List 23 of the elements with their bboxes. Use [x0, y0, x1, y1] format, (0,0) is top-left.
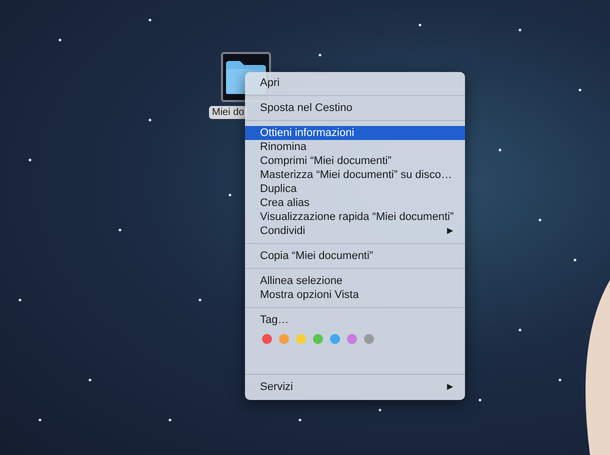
menu-item[interactable]: Servizi ▶ [245, 380, 465, 394]
tag-color-dot[interactable] [364, 334, 374, 344]
menu-item[interactable]: Ottieni informazioni [245, 126, 465, 140]
menu-item[interactable]: Condividi ▶ [245, 224, 465, 238]
menu-item[interactable]: Visualizzazione rapida “Miei documenti” [245, 210, 465, 224]
menu-item[interactable]: Sposta nel Cestino [245, 101, 465, 115]
menu-item[interactable]: Mostra opzioni Vista [245, 288, 465, 302]
menu-item[interactable]: Rinomina [245, 140, 465, 154]
menu-item[interactable]: Comprimi “Miei documenti” [245, 154, 465, 168]
tag-color-dot[interactable] [347, 334, 357, 344]
tag-color-dot[interactable] [330, 334, 340, 344]
tag-color-dot[interactable] [296, 334, 306, 344]
tag-color-dot[interactable] [313, 334, 323, 344]
menu-item[interactable]: Copia “Miei documenti” [245, 249, 465, 263]
folder-label: Miei do [209, 106, 248, 119]
menu-item[interactable]: Apri [245, 76, 465, 90]
menu-item[interactable]: Crea alias [245, 196, 465, 210]
menu-item[interactable]: Masterizza “Miei documenti” su disco… [245, 168, 465, 182]
tag-color-dot[interactable] [279, 334, 289, 344]
menu-item[interactable]: Duplica [245, 182, 465, 196]
menu-item[interactable]: Tag… [245, 313, 465, 327]
menu-item[interactable]: Allinea selezione [245, 274, 465, 288]
tag-color-dot[interactable] [262, 334, 272, 344]
